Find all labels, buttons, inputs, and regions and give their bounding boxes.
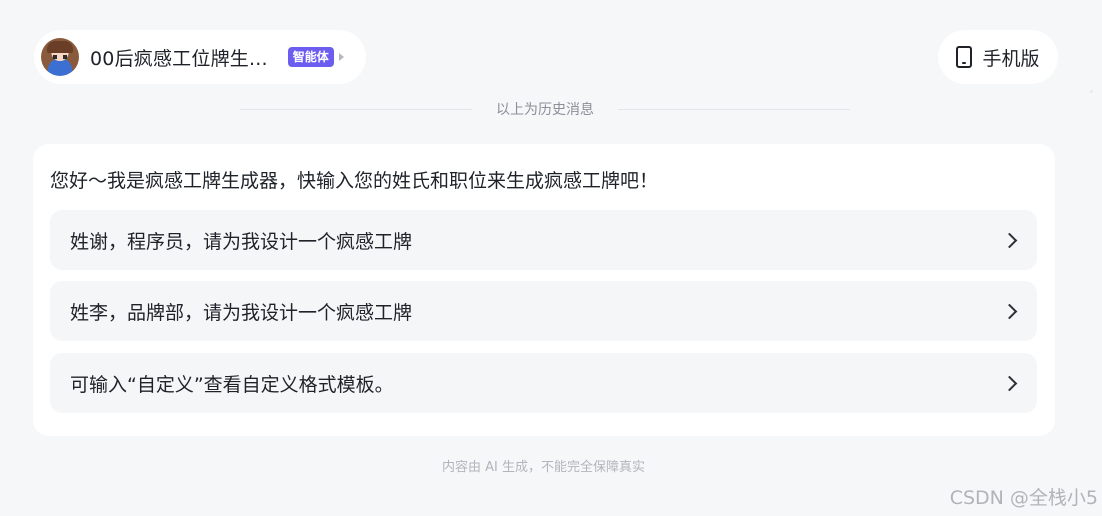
suggestion-label: 可输入“自定义”查看自定义格式模板。: [70, 373, 394, 396]
chat-page: 00后疯感工位牌生... 智能体 手机版 以上为历史消息 您好～我是疯感工牌生成…: [0, 0, 1102, 516]
history-divider: 以上为历史消息: [240, 98, 850, 120]
mobile-version-button[interactable]: 手机版: [938, 30, 1058, 84]
suggestion-item[interactable]: 姓李，品牌部，请为我设计一个疯感工牌: [50, 281, 1037, 341]
bot-message-card: 您好～我是疯感工牌生成器，快输入您的姓氏和职位来生成疯感工牌吧！ 姓谢，程序员，…: [33, 144, 1055, 436]
chevron-right-icon: [1001, 303, 1018, 319]
phone-icon: [956, 46, 973, 68]
suggestion-item[interactable]: 姓谢，程序员，请为我设计一个疯感工牌: [50, 210, 1037, 270]
chevron-right-icon: [1001, 375, 1018, 391]
mobile-version-label: 手机版: [982, 47, 1040, 70]
history-divider-text: 以上为历史消息: [496, 102, 594, 118]
suggestion-label: 姓李，品牌部，请为我设计一个疯感工牌: [70, 301, 413, 324]
suggestion-label: 姓谢，程序员，请为我设计一个疯感工牌: [70, 230, 413, 253]
agent-badge: 智能体: [287, 47, 334, 67]
suggestion-item[interactable]: 可输入“自定义”查看自定义格式模板。: [50, 353, 1037, 413]
divider-line-left: [240, 108, 472, 110]
csdn-watermark: CSDN @全栈小5: [949, 487, 1098, 509]
caret-right-icon: [338, 53, 344, 61]
ai-disclaimer: 内容由 AI 生成，不能完全保障真实: [442, 460, 645, 475]
divider-line-right: [618, 108, 850, 110]
scrollbar-indicator: [1090, 90, 1093, 93]
chevron-right-icon: [1001, 232, 1018, 248]
agent-avatar: [41, 38, 79, 76]
greeting-text: 您好～我是疯感工牌生成器，快输入您的姓氏和职位来生成疯感工牌吧！: [50, 170, 659, 192]
agent-name: 00后疯感工位牌生...: [90, 47, 268, 70]
agent-header-button[interactable]: 00后疯感工位牌生... 智能体: [34, 30, 366, 84]
